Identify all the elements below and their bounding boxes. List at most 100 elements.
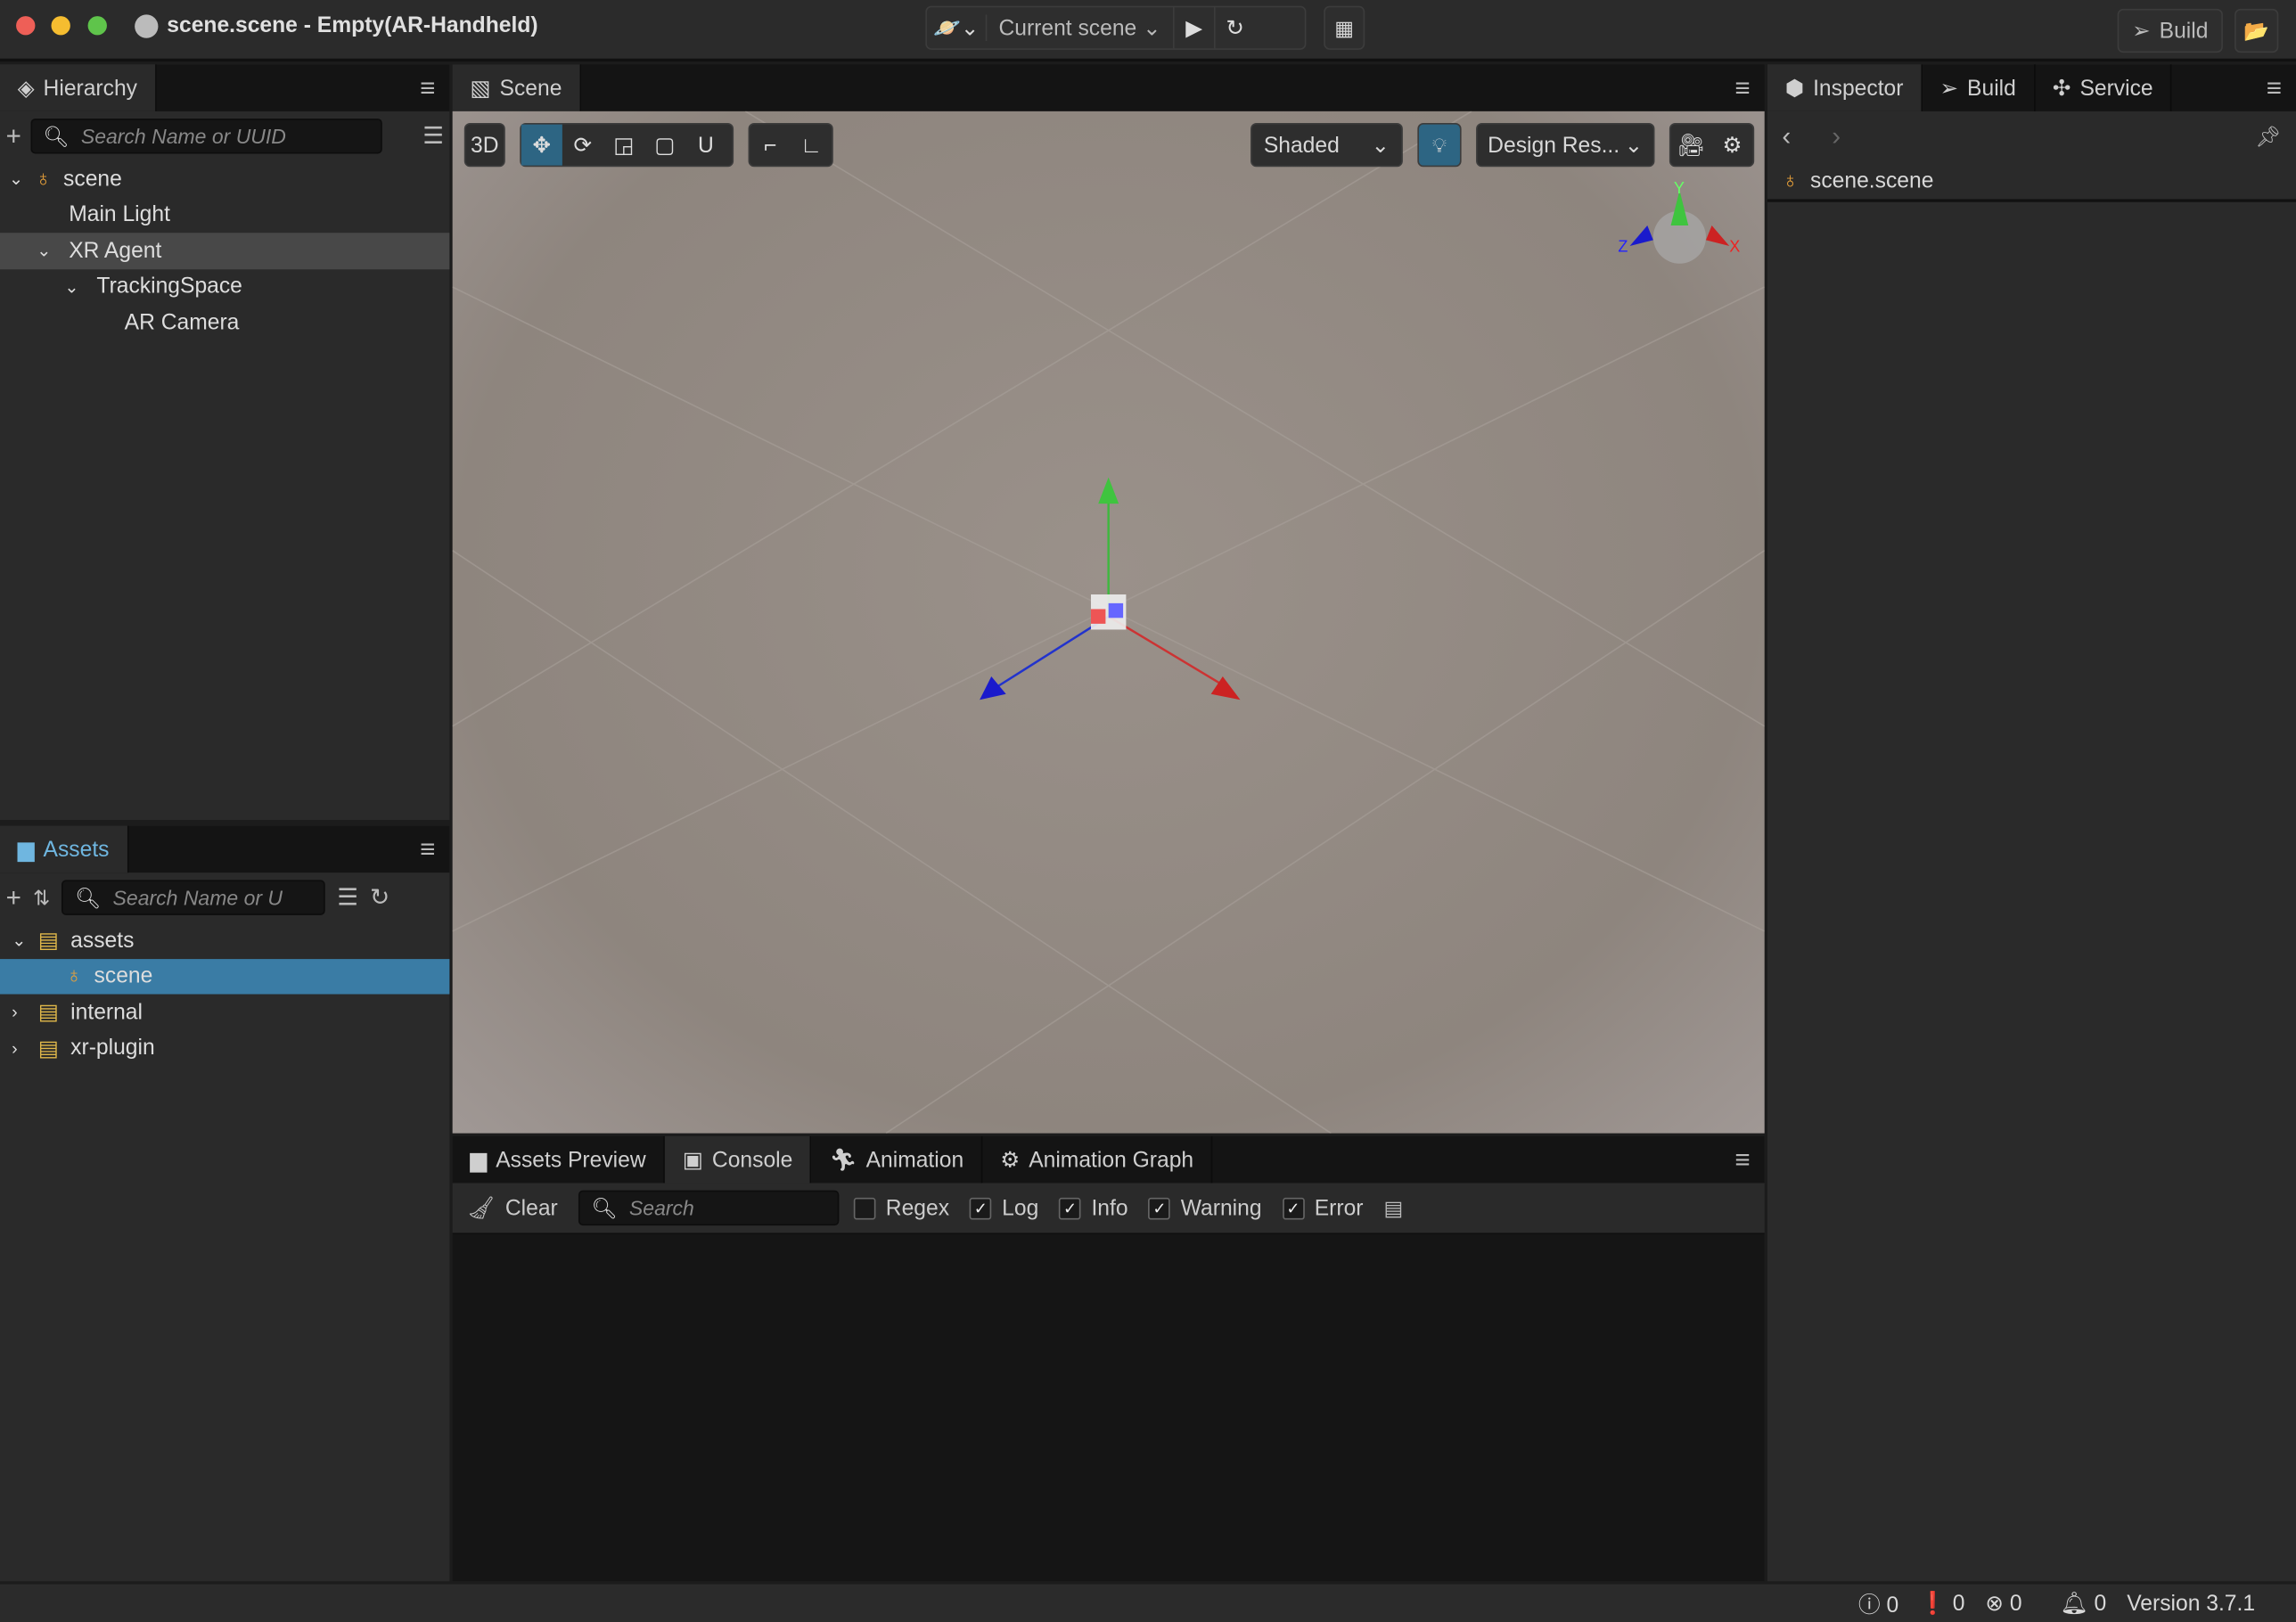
tab-scene[interactable]: ▧ Scene xyxy=(452,64,581,111)
tree-item-label: scene xyxy=(63,166,122,192)
scale-tool-icon[interactable]: ◲ xyxy=(603,125,644,166)
checkbox[interactable]: ✓ xyxy=(1282,1197,1305,1219)
orientation-gizmo[interactable]: Y Z X xyxy=(1610,176,1751,292)
chevron-right-icon[interactable]: › xyxy=(12,1002,32,1022)
tree-item[interactable]: Main Light xyxy=(0,197,449,233)
checkbox[interactable]: ✓ xyxy=(970,1197,992,1219)
running-icon: 🏃︎ xyxy=(829,1148,857,1173)
pin-icon[interactable]: 📌︎ xyxy=(2255,124,2281,149)
tree-item[interactable]: ♁ scene xyxy=(0,958,450,995)
qr-code-button[interactable]: ▦ xyxy=(1324,5,1365,50)
filter-info[interactable]: ✓ Info xyxy=(1059,1195,1128,1220)
transform-gizmo[interactable] xyxy=(980,477,1241,700)
tab-service[interactable]: ✣ Service xyxy=(2035,64,2173,111)
move-tool-icon[interactable]: ✥ xyxy=(521,124,562,166)
panel-menu-icon[interactable]: ≡ xyxy=(2252,64,2296,111)
close-window-button[interactable] xyxy=(16,16,36,36)
lightbulb-icon: 💡︎ xyxy=(1431,132,1447,156)
gear-icon[interactable]: ⚙ xyxy=(1712,125,1753,166)
axis-y-label: Y xyxy=(1674,179,1685,197)
build-button[interactable]: ➢ Build xyxy=(2117,8,2223,53)
chevron-down-icon[interactable]: ⌄ xyxy=(37,241,57,261)
tab-console[interactable]: ▣ Console xyxy=(665,1135,812,1184)
camera-icon[interactable]: 🎥︎ xyxy=(1671,125,1712,166)
inspector-asset-name: scene.scene xyxy=(1810,168,1934,193)
open-folder-button[interactable]: 📂 xyxy=(2234,8,2279,53)
tree-item[interactable]: ⌄ ▤ assets xyxy=(0,922,449,958)
tab-animation[interactable]: 🏃︎ Animation xyxy=(812,1135,983,1184)
assets-panel: ▆ Assets ≡ + ⇅ 🔍︎ Search Name or U ☰ ↻ ⌄ ▤ as… xyxy=(0,825,450,1582)
snap-tool-icon[interactable]: U xyxy=(685,125,726,166)
list-options-icon[interactable]: ☰ xyxy=(337,883,358,913)
refresh-icon[interactable]: ↻ xyxy=(370,883,390,913)
chevron-down-icon[interactable]: ⌄ xyxy=(9,168,29,189)
panel-menu-icon[interactable]: ≡ xyxy=(1720,64,1764,111)
lighting-toggle[interactable]: 💡︎ xyxy=(1417,123,1462,168)
error-count[interactable]: ⊗ 0 xyxy=(1985,1590,2021,1617)
filter-error[interactable]: ✓ Error xyxy=(1282,1195,1364,1221)
list-options-icon[interactable]: ☰ xyxy=(422,121,444,151)
assets-search-input[interactable]: 🔍︎ Search Name or U xyxy=(62,880,326,915)
back-icon[interactable]: ‹ xyxy=(1782,121,1791,152)
tab-animation-graph[interactable]: ⚙ Animation Graph xyxy=(983,1135,1213,1184)
checkbox[interactable]: ✓ xyxy=(1148,1197,1171,1219)
hierarchy-search-input[interactable]: 🔍︎ Search Name or UUID xyxy=(29,119,382,154)
maximize-window-button[interactable] xyxy=(87,16,107,36)
checkbox[interactable]: ✓ xyxy=(1059,1197,1081,1219)
filter-label: Error xyxy=(1314,1195,1364,1221)
local-global-icon[interactable]: ∟ xyxy=(791,125,832,166)
tree-item[interactable]: AR Camera xyxy=(0,305,449,340)
info-count[interactable]: ⓘ 0 xyxy=(1858,1588,1898,1619)
platform-icon[interactable]: 🪐⌄ xyxy=(927,7,986,48)
panel-menu-icon[interactable]: ≡ xyxy=(406,64,449,111)
tab-label: Service xyxy=(2079,75,2153,101)
warning-count[interactable]: ❗ 0 xyxy=(1919,1590,1964,1617)
shading-select[interactable]: Shaded ⌄ xyxy=(1250,123,1403,168)
rect-tool-icon[interactable]: ▢ xyxy=(644,125,685,166)
scene-viewport[interactable]: 3D ✥ ⟳ ◲ ▢ U ⌐ ∟ Shaded ⌄ 💡︎ Design Res...… xyxy=(452,111,1765,1134)
open-log-file-icon[interactable]: ▤ xyxy=(1384,1195,1404,1220)
tab-assets-preview[interactable]: ▆ Assets Preview xyxy=(453,1135,666,1184)
pivot-icon[interactable]: ⌐ xyxy=(750,125,791,166)
panel-menu-icon[interactable]: ≡ xyxy=(406,826,449,873)
clear-button[interactable]: 🧹︎ Clear xyxy=(467,1195,558,1221)
minimize-window-button[interactable] xyxy=(51,16,70,36)
console-search-input[interactable]: 🔍︎ Search xyxy=(578,1190,840,1226)
tree-item[interactable]: › ▤ internal xyxy=(0,995,449,1030)
play-button[interactable]: ▶ xyxy=(1172,7,1214,49)
panel-menu-icon[interactable]: ≡ xyxy=(1720,1136,1764,1184)
database-folder-icon: ▤ xyxy=(37,1036,60,1061)
refresh-button[interactable]: ↻ xyxy=(1213,7,1255,49)
search-icon: 🔍︎ xyxy=(43,123,70,148)
add-asset-button[interactable]: + xyxy=(6,882,21,913)
forward-icon[interactable]: › xyxy=(1832,121,1841,152)
chevron-right-icon[interactable]: › xyxy=(12,1037,32,1058)
filter-log[interactable]: ✓ Log xyxy=(970,1195,1038,1220)
hierarchy-panel: ◈ Hierarchy ≡ + 🔍︎ Search Name or UUID ☰ ⌄ ♁… xyxy=(0,64,450,821)
resolution-select[interactable]: Design Res... ⌄ xyxy=(1476,123,1655,168)
tree-item[interactable]: ⌄ XR Agent xyxy=(0,233,450,269)
tab-inspector[interactable]: ⬢ Inspector xyxy=(1767,64,1923,111)
scene-panel: ▧ Scene ≡ 3D ✥ ⟳ ◲ ▢ U ⌐ ∟ Shaded ⌄ 💡︎ Desig… xyxy=(452,64,1765,1134)
chevron-down-icon: ⌄ xyxy=(1624,133,1644,159)
tree-item[interactable]: › ▤ xr-plugin xyxy=(0,1030,449,1066)
tab-hierarchy[interactable]: ◈ Hierarchy xyxy=(0,64,157,111)
tab-build[interactable]: ➢ Build xyxy=(1923,64,2036,111)
filter-regex[interactable]: Regex xyxy=(853,1195,949,1220)
tree-item[interactable]: ⌄ TrackingSpace xyxy=(0,268,449,304)
notification-count[interactable]: 🔔︎ 0 xyxy=(2060,1590,2106,1617)
checkbox[interactable] xyxy=(853,1197,876,1219)
sort-icon[interactable]: ⇅ xyxy=(33,885,50,910)
tree-item[interactable]: ⌄ ♁ scene xyxy=(0,161,449,197)
chevron-down-icon[interactable]: ⌄ xyxy=(64,276,85,297)
tree-item-label: scene xyxy=(94,963,153,989)
rotate-tool-icon[interactable]: ⟳ xyxy=(562,125,603,166)
transform-tools: ✥ ⟳ ◲ ▢ U xyxy=(520,123,734,168)
add-node-button[interactable]: + xyxy=(6,121,21,152)
tab-assets[interactable]: ▆ Assets xyxy=(0,825,128,873)
search-icon: 🔍︎ xyxy=(591,1195,618,1219)
scene-select[interactable]: Current scene ⌄ xyxy=(985,14,1173,42)
chevron-down-icon[interactable]: ⌄ xyxy=(12,930,32,951)
filter-warning[interactable]: ✓ Warning xyxy=(1148,1195,1262,1220)
3d-toggle-button[interactable]: 3D xyxy=(463,123,505,168)
